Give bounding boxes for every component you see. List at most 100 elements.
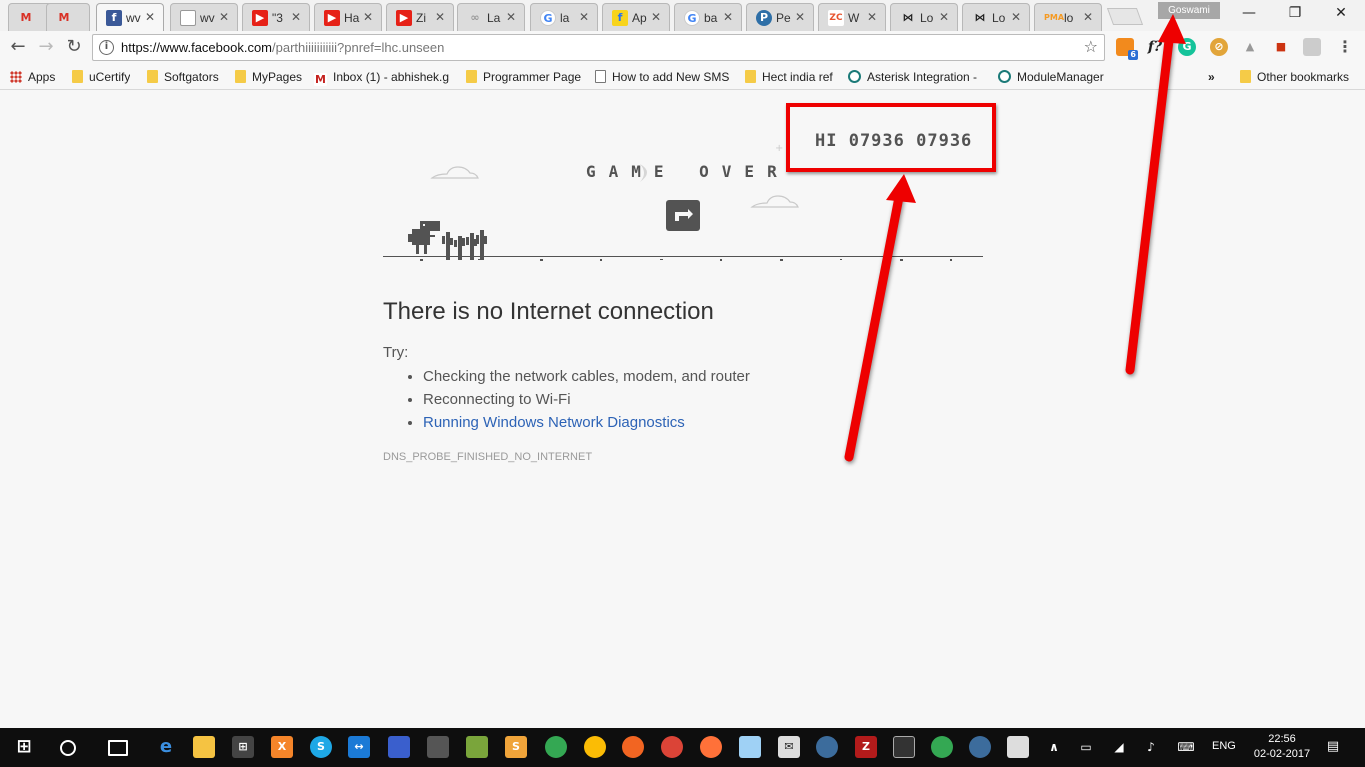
train-extension-icon[interactable]: ■ [1272,38,1290,56]
close-icon[interactable]: ✕ [1083,10,1093,24]
edge-icon[interactable]: e [155,736,177,758]
close-icon[interactable]: ✕ [939,10,949,24]
tab-document[interactable]: wv ✕ [170,3,238,31]
volume-icon[interactable]: ♪ [1140,736,1162,758]
tab-chain[interactable]: ∞ La ✕ [457,3,525,31]
globe-app-icon[interactable] [969,736,991,758]
restore-icon[interactable]: ❐ [1284,3,1306,23]
teamviewer-icon[interactable]: ↔ [348,736,370,758]
close-icon[interactable]: ✕ [1011,10,1021,24]
close-icon[interactable]: ✕ [795,10,805,24]
address-bar[interactable]: i https://www.facebook.com/parthiiiiiiii… [92,34,1105,61]
chevron-up-icon[interactable]: ∧ [1043,736,1065,758]
tab-gmail-2[interactable]: M [46,3,90,31]
chrome-icon[interactable] [545,736,567,758]
minimize-icon[interactable]: — [1238,3,1260,23]
app-grid-icon[interactable] [427,736,449,758]
url-text[interactable]: https://www.facebook.com/parthiiiiiiiiii… [121,40,444,55]
tab-youtube-1[interactable]: ▶ "3 ✕ [242,3,310,31]
back-arrow-icon[interactable]: ← [7,36,29,58]
chrome-icon[interactable] [931,736,953,758]
restart-button[interactable] [666,200,700,231]
close-icon[interactable]: ✕ [363,10,373,24]
battery-icon[interactable]: ▭ [1075,736,1097,758]
tab-youtube-3[interactable]: ▶ Zi ✕ [386,3,454,31]
apps-grid-icon [10,71,22,83]
drive-icon[interactable]: ▲ [1241,38,1259,56]
bookmark-item[interactable]: Softgators [147,68,219,86]
tab-youtube-2[interactable]: ▶ Ha ✕ [314,3,382,31]
bookmark-other[interactable]: Other bookmarks [1240,68,1349,86]
task-view-icon[interactable] [108,740,128,756]
postman-icon[interactable] [622,736,644,758]
formula-extension-icon[interactable]: f? [1146,38,1164,56]
tab-lo-1[interactable]: ⋈ Lo ✕ [890,3,958,31]
file-explorer-icon[interactable] [193,736,215,758]
tab-lo-2[interactable]: ⋈ Lo ✕ [962,3,1030,31]
bookmark-item[interactable]: How to add New SMS [595,68,733,86]
store-icon[interactable]: ⊞ [232,736,254,758]
window-app-icon[interactable] [1007,736,1029,758]
windows-start-icon[interactable]: ⊞ [13,736,35,758]
virtualbox-icon[interactable] [739,736,761,758]
tab-phpmyadmin[interactable]: PMA lo ✕ [1034,3,1102,31]
forward-arrow-icon[interactable]: → [35,36,57,58]
close-icon[interactable]: ✕ [867,10,877,24]
info-icon[interactable]: i [99,40,114,55]
network-app-icon[interactable] [388,736,410,758]
close-window-icon[interactable]: ✕ [1330,3,1352,23]
extension-compass-icon[interactable]: ⊘ [1210,38,1228,56]
chrome-canary-icon[interactable] [584,736,606,758]
filezilla-icon[interactable]: Z [855,736,877,758]
bookmarks-overflow-button[interactable]: » [1208,68,1215,86]
close-icon[interactable]: ✕ [291,10,301,24]
asterisk-globe-icon [848,70,861,83]
close-icon[interactable]: ✕ [506,10,516,24]
close-icon[interactable]: ✕ [579,10,589,24]
tab-facebook[interactable]: f wv ✕ [96,3,164,31]
reload-icon[interactable]: ↻ [63,36,85,58]
tab-google-1[interactable]: G la ✕ [530,3,598,31]
close-icon[interactable]: ✕ [723,10,733,24]
bookmark-apps[interactable]: Apps [10,68,55,86]
bookmark-item[interactable]: M Inbox (1) - abhishek.g [314,68,452,86]
close-icon[interactable]: ✕ [651,10,661,24]
profile-button[interactable]: Goswami [1158,2,1220,19]
xampp-icon[interactable]: X [271,736,293,758]
clock[interactable]: 22:56 02-02-2017 [1252,732,1312,762]
tab-flipkart[interactable]: f Ap ✕ [602,3,670,31]
firefox-icon[interactable] [700,736,722,758]
keyboard-icon[interactable]: ⌨ [1175,736,1197,758]
close-icon[interactable]: ✕ [145,10,155,24]
notepad-app-icon[interactable] [466,736,488,758]
terminal-icon[interactable] [893,736,915,758]
notifications-icon[interactable]: ▤ [1322,736,1344,758]
menu-dots-icon[interactable]: ⋮ [1336,38,1354,56]
sublime-icon[interactable]: S [505,736,527,758]
close-icon[interactable]: ✕ [435,10,445,24]
grammarly-icon[interactable]: G [1178,38,1196,56]
chrome-icon[interactable] [661,736,683,758]
new-tab-button[interactable] [1106,8,1144,25]
globe-app-icon[interactable] [816,736,838,758]
bookmark-label: Hect india ref [762,70,833,84]
bookmark-item[interactable]: uCertify [72,68,130,86]
bookmark-item[interactable]: MyPages [235,68,302,86]
mail-icon[interactable]: ✉ [778,736,800,758]
bookmark-item[interactable]: ModuleManager [998,68,1104,86]
network-diagnostics-link[interactable]: Running Windows Network Diagnostics [423,414,685,431]
skype-icon[interactable]: S [310,736,332,758]
wifi-icon[interactable]: ◢ [1108,736,1130,758]
tab-pe[interactable]: P Pe ✕ [746,3,814,31]
cortana-icon[interactable] [60,740,76,756]
bookmark-star-icon[interactable]: ☆ [1084,38,1098,56]
extension-gray-icon[interactable] [1303,38,1321,56]
bookmark-item[interactable]: Asterisk Integration - [848,68,983,86]
tab-google-2[interactable]: G ba ✕ [674,3,742,31]
bookmark-item[interactable]: Hect india ref [745,68,833,86]
bookmark-item[interactable]: Programmer Page [466,68,581,86]
rss-extension-icon[interactable]: 6 [1116,38,1138,60]
close-icon[interactable]: ✕ [219,10,229,24]
language-indicator[interactable]: ENG [1212,740,1236,752]
tab-zc[interactable]: ZC W ✕ [818,3,886,31]
